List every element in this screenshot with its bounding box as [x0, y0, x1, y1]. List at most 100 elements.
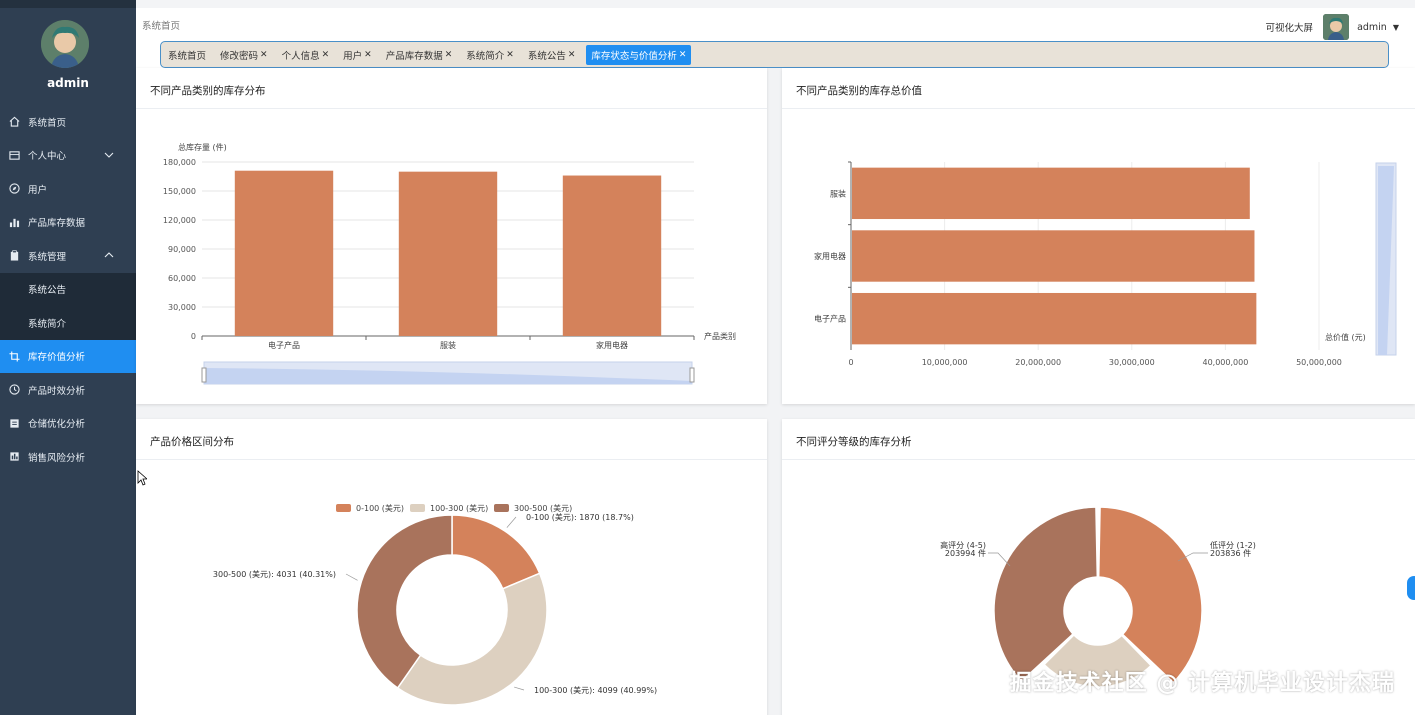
y-tick-label: 0 [191, 332, 196, 341]
clock-icon [8, 384, 20, 396]
sidebar-item-announcements[interactable]: 系统公告 [0, 272, 136, 306]
tab-users[interactable]: 用户 ✕ [340, 45, 375, 65]
bar [852, 230, 1255, 282]
avatar[interactable] [41, 20, 89, 68]
x-tick-label: 电子产品 [268, 340, 300, 350]
close-icon[interactable]: ✕ [679, 50, 687, 60]
y-tick-label: 服装 [830, 188, 846, 198]
tab-system-intro[interactable]: 系统简介 ✕ [463, 45, 517, 65]
sidebar-item-system-intro[interactable]: 系统简介 [0, 306, 136, 340]
tab-label: 个人信息 [281, 50, 320, 62]
sidebar-item-label: 仓储优化分析 [28, 419, 86, 431]
bar [852, 292, 1257, 345]
zoom-handle-right [689, 367, 695, 383]
big-screen-link[interactable]: 可视化大屏 [1266, 20, 1314, 34]
x-tick-label: 50,000,000 [1296, 358, 1342, 367]
sidebar: admin 系统首页 个人中心 用户 产品库存数据 系统管理 系统公告 系统简介… [0, 0, 136, 715]
sidebar-item-label: 系统简介 [28, 318, 67, 330]
tab-label: 用户 [343, 50, 363, 62]
tab-inventory-data[interactable]: 产品库存数据 ✕ [383, 45, 456, 65]
tab-label: 系统公告 [527, 50, 566, 62]
y-tick-label: 家用电器 [814, 251, 846, 261]
tab-label: 系统简介 [466, 50, 505, 62]
header-avatar[interactable] [1323, 14, 1350, 40]
top-line [136, 0, 1415, 8]
sidebar-item-label: 产品时效分析 [28, 385, 86, 397]
y-axis-label: 总库存量 (件) [178, 142, 227, 152]
watermark: 掘金技术社区 @ 计算机毕业设计杰瑞 [1009, 671, 1395, 696]
breadcrumb[interactable]: 系统首页 [142, 18, 180, 32]
sidebar-item-system-management[interactable]: 系统管理 [0, 239, 136, 273]
sidebar-item-inventory-value-analysis[interactable]: 库存价值分析 [0, 339, 136, 373]
bar [398, 171, 498, 336]
clipboard-icon [8, 250, 20, 262]
bar [852, 167, 1250, 220]
sidebar-username: admin [47, 76, 89, 90]
tab-label: 修改密码 [220, 50, 259, 62]
legend-swatch [494, 504, 509, 512]
sidebar-item-inventory-data[interactable]: 产品库存数据 [0, 206, 136, 240]
bar [234, 170, 334, 336]
chart-card-price-range: 产品价格区间分布 0-100 (美元) 100-300 (美元) 300-500 (… [136, 419, 767, 715]
sidebar-item-label: 库存价值分析 [28, 352, 86, 364]
app-root: admin 系统首页 个人中心 用户 产品库存数据 系统管理 系统公告 系统简介… [0, 0, 1415, 715]
y-tick-label: 30,000 [168, 303, 196, 312]
floating-button[interactable] [1407, 576, 1415, 600]
y-tick-label: 90,000 [168, 245, 196, 254]
legend-label: 100-300 (美元) [430, 503, 488, 513]
legend-swatch [336, 504, 351, 512]
x-tick-label: 20,000,000 [1015, 358, 1061, 367]
legend-swatch [410, 504, 425, 512]
slice-label: 100-300 (美元): 4099 (40.99%) [534, 685, 657, 695]
sidebar-item-label: 系统管理 [28, 251, 67, 263]
chart-card-total-value: 不同产品类别的库存总价值 0 10,000,000 20,000,000 30,000… [782, 68, 1415, 404]
bar [562, 175, 662, 336]
x-tick-label: 30,000,000 [1109, 358, 1155, 367]
sidebar-item-label: 产品库存数据 [28, 218, 86, 230]
tab-label: 系统首页 [168, 50, 207, 62]
tab-change-password[interactable]: 修改密码 ✕ [217, 45, 271, 65]
sidebar-item-warehouse-optimization[interactable]: 仓储优化分析 [0, 407, 136, 441]
user-compass-icon [8, 183, 20, 195]
tab-announcements[interactable]: 系统公告 ✕ [525, 45, 579, 65]
y-tick-label: 180,000 [163, 158, 196, 167]
zoom-handle-left [201, 367, 207, 383]
close-icon[interactable]: ✕ [260, 50, 268, 60]
close-icon[interactable]: ✕ [506, 50, 514, 60]
header-username[interactable]: admin [1357, 22, 1387, 33]
header-right: 可视化大屏 admin ▼ [1266, 14, 1399, 40]
document-icon [8, 417, 20, 429]
tabs-bar: 系统首页 修改密码 ✕ 个人信息 ✕ 用户 ✕ 产品库存数据 ✕ 系统简介 ✕ 系统公告 ✕… [160, 41, 1389, 68]
sidebar-item-product-timeliness[interactable]: 产品时效分析 [0, 373, 136, 407]
close-icon[interactable]: ✕ [568, 50, 576, 60]
tab-inventory-status-value[interactable]: 库存状态与价值分析 ✕ [586, 44, 692, 65]
slice-value: 203994 件 [945, 548, 986, 558]
hbar-chart-value: 0 10,000,000 20,000,000 30,000,000 40,000,00… [814, 161, 1397, 367]
x-tick-label: 0 [848, 358, 853, 367]
x-tick-label: 服装 [440, 340, 456, 350]
tab-personal-info[interactable]: 个人信息 ✕ [279, 45, 333, 65]
tab-home[interactable]: 系统首页 [165, 45, 209, 65]
pie-slice [451, 514, 541, 590]
y-tick-label: 120,000 [163, 216, 196, 225]
caret-down-icon[interactable]: ▼ [1393, 23, 1399, 32]
y-tick-label: 60,000 [168, 274, 196, 283]
x-axis-label: 产品类别 [704, 331, 736, 341]
close-icon[interactable]: ✕ [322, 50, 330, 60]
sidebar-item-home[interactable]: 系统首页 [0, 105, 136, 139]
legend-label: 300-500 (美元) [514, 503, 572, 513]
header: 系统首页 可视化大屏 admin ▼ 系统首页 修改密码 ✕ 个人信息 ✕ 用户 ✕ … [136, 8, 1415, 68]
bar-chart-stock: 总库存量 (件) 0 30,000 60,000 90,000 120,000 150,00… [163, 142, 736, 385]
sidebar-item-sales-risk[interactable]: 销售风险分析 [0, 440, 136, 474]
sidebar-item-profile[interactable]: 个人中心 [0, 139, 136, 173]
label-leader-line [514, 686, 525, 691]
label-leader-line [345, 573, 358, 581]
close-icon[interactable]: ✕ [445, 50, 453, 60]
legend-label: 0-100 (美元) [356, 503, 404, 513]
x-axis-label: 总价值 (元) [1325, 332, 1366, 342]
sidebar-item-users[interactable]: 用户 [0, 172, 136, 206]
bar-chart-icon [8, 216, 20, 228]
sidebar-top-strip [0, 0, 136, 8]
x-tick-label: 家用电器 [596, 340, 628, 350]
close-icon[interactable]: ✕ [364, 50, 372, 60]
